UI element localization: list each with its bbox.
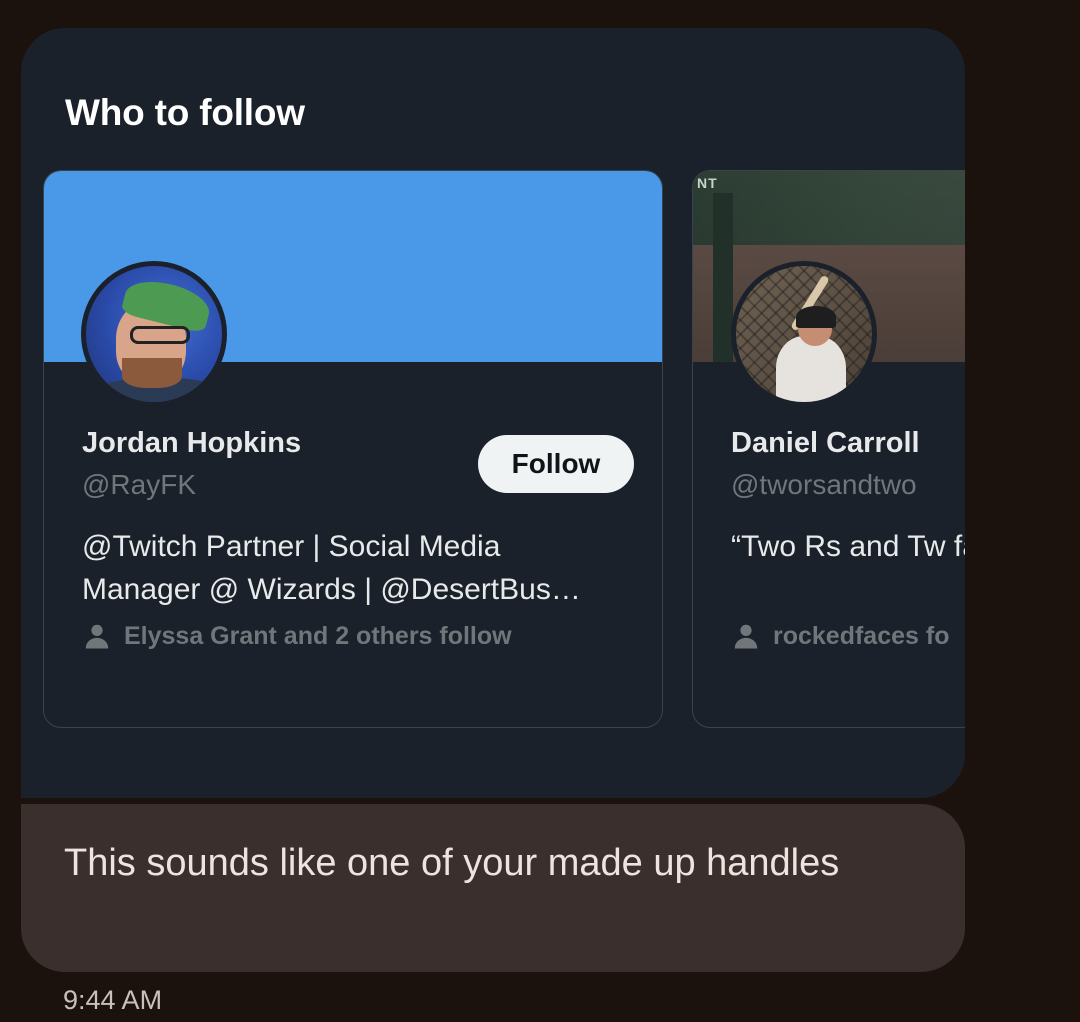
profile-name[interactable]: Jordan Hopkins: [82, 427, 301, 460]
social-proof: rockedfaces fo: [731, 621, 949, 651]
message-bubble[interactable]: This sounds like one of your made up han…: [21, 804, 965, 972]
who-to-follow-title: Who to follow: [65, 92, 305, 133]
avatar[interactable]: [731, 261, 877, 407]
person-icon: [85, 624, 109, 649]
social-proof: Elyssa Grant and 2 others follow: [82, 621, 512, 651]
profile-bio: “Two Rs and Tw favourite troll | S: [731, 530, 965, 563]
avatar[interactable]: [81, 261, 227, 407]
follow-suggestion-card[interactable]: NT Daniel Carroll @tworsandtwo “Two Rs a…: [692, 170, 965, 728]
avatar-body: [776, 336, 846, 402]
person-icon: [734, 624, 758, 649]
social-proof-text: rockedfaces fo: [773, 621, 950, 650]
banner-post: [713, 193, 733, 362]
social-proof-text: Elyssa Grant and 2 others follow: [124, 621, 512, 650]
shared-screenshot-bubble[interactable]: Who to follow Jordan Hopkins @RayFK Foll…: [21, 28, 965, 798]
profile-handle[interactable]: @RayFK: [82, 469, 196, 501]
avatar-helmet: [796, 306, 836, 328]
message-text: This sounds like one of your made up han…: [64, 842, 840, 884]
follow-button[interactable]: Follow: [478, 435, 634, 493]
chat-screen: Who to follow Jordan Hopkins @RayFK Foll…: [0, 0, 1080, 1022]
banner-sign-text: NT: [697, 175, 718, 191]
profile-bio: @Twitch Partner | Social Media Manager @…: [82, 530, 581, 606]
follow-suggestion-card[interactable]: Jordan Hopkins @RayFK Follow @Twitch Par…: [43, 170, 663, 728]
avatar-glasses: [130, 326, 190, 344]
avatar-beard: [122, 358, 182, 388]
profile-name[interactable]: Daniel Carroll: [731, 427, 920, 460]
message-timestamp: 9:44 AM: [63, 985, 163, 1015]
profile-handle[interactable]: @tworsandtwo: [731, 469, 917, 501]
